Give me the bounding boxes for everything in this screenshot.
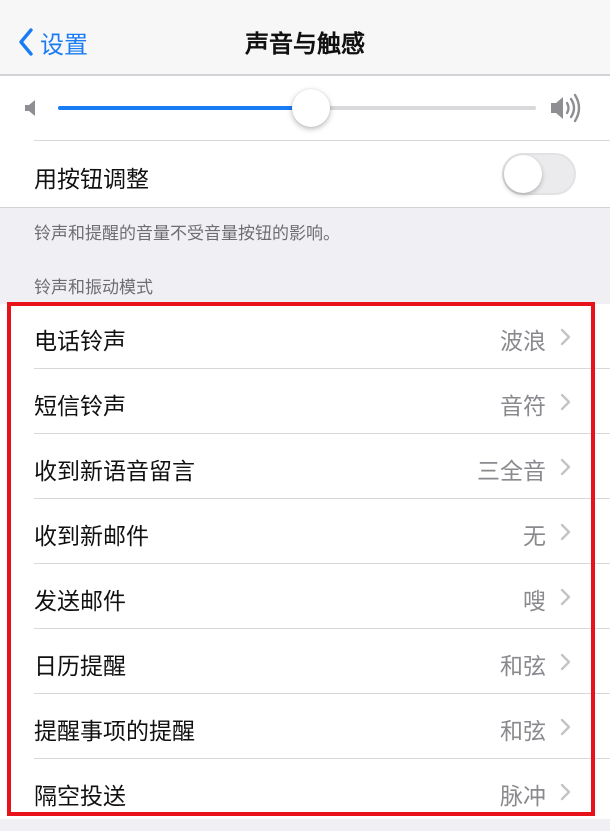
item-label: 收到新邮件 [34,524,149,550]
bottom-background [0,819,610,831]
item-label: 电话铃声 [34,329,126,355]
list-item-airdrop[interactable]: 隔空投送 脉冲 [0,759,610,824]
item-value: 音符 [500,394,546,420]
item-value: 三全音 [477,459,546,485]
item-value: 和弦 [500,654,546,680]
item-label: 短信铃声 [34,394,126,420]
navigation-bar: 设置 声音与触感 [0,0,610,76]
item-label: 收到新语音留言 [34,459,195,485]
button-adjust-label: 用按钮调整 [34,167,149,193]
volume-slider-thumb[interactable] [292,89,330,127]
chevron-right-icon [560,718,571,736]
list-item-phone-ringtone[interactable]: 电话铃声 波浪 [0,304,610,369]
page-title: 声音与触感 [245,30,365,58]
button-adjust-toggle[interactable] [502,153,576,195]
item-label: 发送邮件 [34,589,126,615]
sound-haptics-screen: 设置 声音与触感 用按钮调整 铃声和提醒的音量不受音量按钮的影响。 铃声和振动模… [0,0,610,831]
section-header-ringtones: 铃声和振动模式 [34,278,153,298]
list-item-reminder-alerts[interactable]: 提醒事项的提醒 和弦 [0,694,610,759]
item-label: 隔空投送 [34,784,126,810]
item-value: 波浪 [500,329,546,355]
item-label: 日历提醒 [34,654,126,680]
list-item-sent-mail[interactable]: 发送邮件 嗖 [0,564,610,629]
sounds-list: 电话铃声 波浪 短信铃声 音符 收到新语音留言 三全音 收到新邮件 无 发送邮件… [0,304,610,819]
chevron-right-icon [560,328,571,346]
item-value: 脉冲 [500,784,546,810]
list-item-text-tone[interactable]: 短信铃声 音符 [0,369,610,434]
toggle-knob [504,155,542,193]
divider [34,140,610,141]
volume-slider-fill [58,106,311,110]
chevron-right-icon [560,393,571,411]
item-value: 嗖 [523,589,546,615]
speaker-low-icon [25,100,35,116]
chevron-right-icon [560,458,571,476]
list-item-new-mail[interactable]: 收到新邮件 无 [0,499,610,564]
item-label: 提醒事项的提醒 [34,719,195,745]
list-item-new-voicemail[interactable]: 收到新语音留言 三全音 [0,434,610,499]
chevron-right-icon [560,783,571,801]
chevron-right-icon [560,588,571,606]
item-value: 和弦 [500,719,546,745]
chevron-right-icon [560,653,571,671]
chevron-right-icon [560,523,571,541]
volume-footnote: 铃声和提醒的音量不受音量按钮的影响。 [34,224,340,244]
speaker-high-icon [551,93,581,123]
volume-slider-row [0,76,610,140]
item-value: 无 [523,524,546,550]
button-adjust-row: 用按钮调整 [0,140,610,208]
list-item-calendar-alerts[interactable]: 日历提醒 和弦 [0,629,610,694]
